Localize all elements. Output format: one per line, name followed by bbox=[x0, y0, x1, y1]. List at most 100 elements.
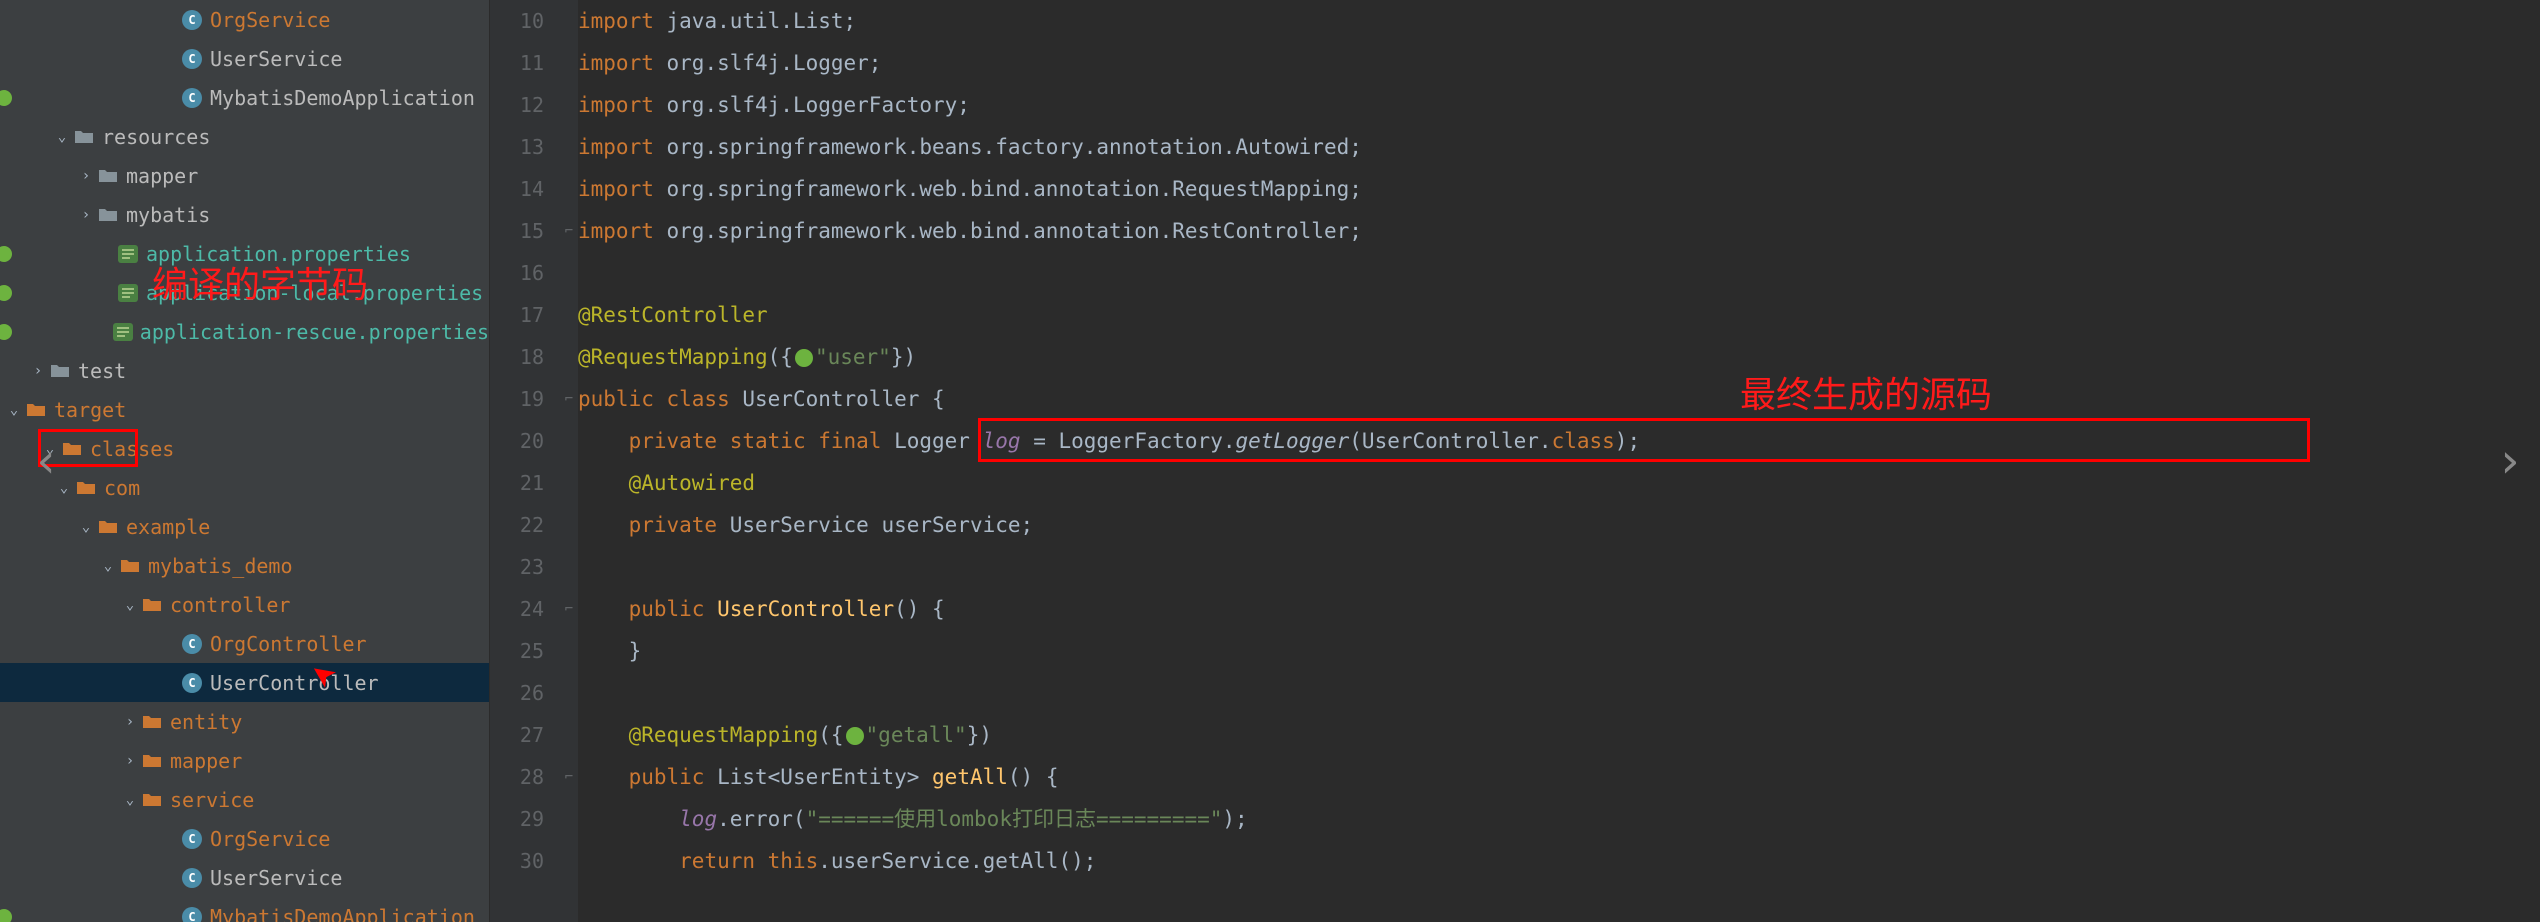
tree-item[interactable]: ›mybatis bbox=[0, 195, 489, 234]
fold-marker[interactable]: ⌐ bbox=[560, 378, 578, 420]
code-line[interactable]: @RequestMapping({"user"}) bbox=[578, 336, 2540, 378]
chevron-icon[interactable]: ⌄ bbox=[52, 129, 72, 145]
code-line[interactable]: import org.slf4j.Logger; bbox=[578, 42, 2540, 84]
fold-marker[interactable] bbox=[560, 546, 578, 588]
tree-item[interactable]: ⌄ controller bbox=[0, 585, 489, 624]
chevron-icon[interactable]: › bbox=[76, 207, 96, 223]
chevron-icon[interactable]: ⌄ bbox=[120, 597, 140, 613]
line-number: 22 bbox=[490, 504, 544, 546]
fold-marker[interactable]: ⌐ bbox=[560, 756, 578, 798]
tree-item-label: mapper bbox=[126, 164, 198, 188]
fold-marker[interactable] bbox=[560, 420, 578, 462]
fold-marker[interactable] bbox=[560, 840, 578, 882]
tree-item[interactable]: CMybatisDemoApplication bbox=[0, 78, 489, 117]
tree-item-label: OrgService bbox=[210, 827, 330, 851]
code-line[interactable]: import org.springframework.web.bind.anno… bbox=[578, 210, 2540, 252]
fold-marker[interactable] bbox=[560, 42, 578, 84]
folder-icon bbox=[96, 517, 120, 537]
class-icon: C bbox=[180, 829, 204, 849]
tree-item[interactable]: ⌄resources bbox=[0, 117, 489, 156]
code-line[interactable]: } bbox=[578, 630, 2540, 672]
tree-item-label: OrgController bbox=[210, 632, 367, 656]
prev-arrow[interactable]: ‹ bbox=[32, 433, 61, 489]
tree-item[interactable]: ›test bbox=[0, 351, 489, 390]
fold-marker[interactable] bbox=[560, 252, 578, 294]
fold-marker[interactable] bbox=[560, 504, 578, 546]
tree-item[interactable]: CUserController➤ bbox=[0, 663, 489, 702]
code-line[interactable]: @RequestMapping({"getall"}) bbox=[578, 714, 2540, 756]
folder-icon bbox=[140, 790, 164, 810]
tree-item-label: UserService bbox=[210, 47, 342, 71]
code-line[interactable]: log.error("======使用lombok打印日志=========")… bbox=[578, 798, 2540, 840]
tree-item[interactable]: ⌄com bbox=[0, 468, 489, 507]
code-line[interactable]: public List<UserEntity> getAll() { bbox=[578, 756, 2540, 798]
tree-item[interactable]: CMybatisDemoApplication bbox=[0, 897, 489, 922]
line-number: 18 bbox=[490, 336, 544, 378]
tree-item-label: application-rescue.properties bbox=[140, 320, 489, 344]
fold-column[interactable]: ⌐ ⌐ ⌐ ⌐ bbox=[560, 0, 578, 922]
tree-item[interactable]: ⌄classes bbox=[0, 429, 489, 468]
chevron-icon[interactable]: › bbox=[28, 363, 48, 379]
tree-item-label: mybatis_demo bbox=[148, 554, 293, 578]
tree-item[interactable]: C OrgService bbox=[0, 819, 489, 858]
tree-item[interactable]: › mapper bbox=[0, 156, 489, 195]
fold-marker[interactable] bbox=[560, 336, 578, 378]
fold-marker[interactable] bbox=[560, 714, 578, 756]
next-arrow[interactable]: › bbox=[2495, 433, 2524, 489]
chevron-icon[interactable]: › bbox=[120, 714, 140, 730]
fold-marker[interactable] bbox=[560, 84, 578, 126]
tree-item[interactable]: COrgService bbox=[0, 0, 489, 39]
fold-marker[interactable] bbox=[560, 672, 578, 714]
tree-item[interactable]: ⌄service bbox=[0, 780, 489, 819]
class-icon: C bbox=[180, 10, 204, 30]
code-line[interactable]: public UserController() { bbox=[578, 588, 2540, 630]
code-line[interactable]: public class UserController { bbox=[578, 378, 2540, 420]
code-line[interactable]: private UserService userService; bbox=[578, 504, 2540, 546]
code-line[interactable]: import org.springframework.beans.factory… bbox=[578, 126, 2540, 168]
tree-item[interactable]: application-rescue.properties bbox=[0, 312, 489, 351]
tree-item[interactable]: ›mapper bbox=[0, 741, 489, 780]
fold-marker[interactable] bbox=[560, 462, 578, 504]
code-line[interactable]: import org.springframework.web.bind.anno… bbox=[578, 168, 2540, 210]
tree-item[interactable]: CUserService bbox=[0, 39, 489, 78]
code-line[interactable]: return this.userService.getAll(); bbox=[578, 840, 2540, 882]
code-line[interactable] bbox=[578, 546, 2540, 588]
fold-marker[interactable] bbox=[560, 798, 578, 840]
tree-item[interactable]: CUserService bbox=[0, 858, 489, 897]
tree-item[interactable]: ⌄ mybatis_demo bbox=[0, 546, 489, 585]
code-line[interactable]: @Autowired bbox=[578, 462, 2540, 504]
line-number: 27 bbox=[490, 714, 544, 756]
chevron-icon[interactable]: ⌄ bbox=[4, 402, 24, 418]
redbox-code bbox=[978, 418, 2310, 462]
folder-icon bbox=[140, 751, 164, 771]
tree-item[interactable]: ⌄target bbox=[0, 390, 489, 429]
tree-item-label: UserService bbox=[210, 866, 342, 890]
fold-marker[interactable]: ⌐ bbox=[560, 588, 578, 630]
code-line[interactable]: @RestController bbox=[578, 294, 2540, 336]
code-line[interactable] bbox=[578, 252, 2540, 294]
fold-marker[interactable] bbox=[560, 126, 578, 168]
fold-marker[interactable] bbox=[560, 630, 578, 672]
code-line[interactable]: import java.util.List; bbox=[578, 0, 2540, 42]
fold-marker[interactable] bbox=[560, 294, 578, 336]
code-line[interactable]: import org.slf4j.LoggerFactory; bbox=[578, 84, 2540, 126]
chevron-icon[interactable]: ⌄ bbox=[120, 792, 140, 808]
line-number: 12 bbox=[490, 84, 544, 126]
chevron-icon[interactable]: ⌄ bbox=[76, 519, 96, 535]
tree-item-label: controller bbox=[170, 593, 290, 617]
tree-item[interactable]: ⌄ example bbox=[0, 507, 489, 546]
tree-item[interactable]: COrgController bbox=[0, 624, 489, 663]
fold-marker[interactable] bbox=[560, 0, 578, 42]
project-tree[interactable]: COrgServiceCUserServiceCMybatisDemoAppli… bbox=[0, 0, 490, 922]
tree-item[interactable]: ›entity bbox=[0, 702, 489, 741]
folder-icon bbox=[48, 361, 72, 381]
folder-icon bbox=[72, 127, 96, 147]
code-line[interactable] bbox=[578, 672, 2540, 714]
fold-marker[interactable]: ⌐ bbox=[560, 210, 578, 252]
chevron-icon[interactable]: ⌄ bbox=[98, 558, 118, 574]
chevron-icon[interactable]: › bbox=[76, 168, 96, 184]
fold-marker[interactable] bbox=[560, 168, 578, 210]
properties-icon bbox=[116, 244, 140, 264]
tree-item-label: example bbox=[126, 515, 210, 539]
chevron-icon[interactable]: › bbox=[120, 753, 140, 769]
